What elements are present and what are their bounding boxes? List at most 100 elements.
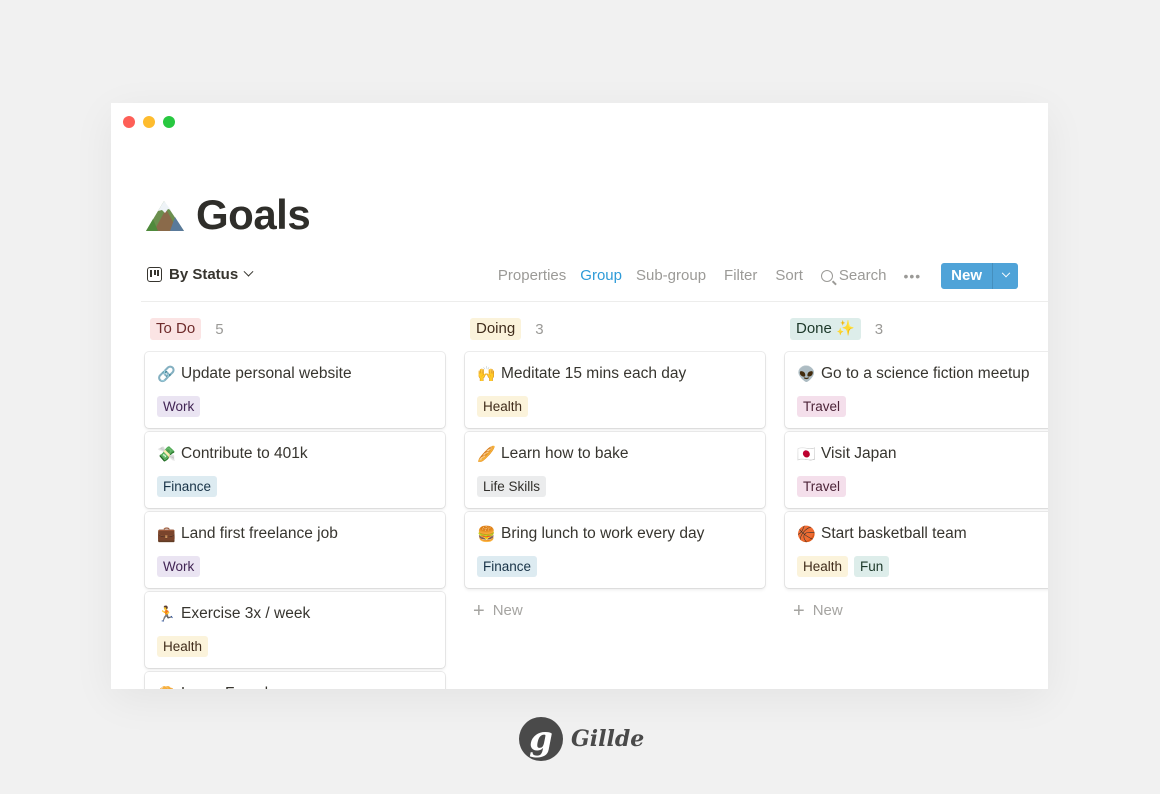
- card-tags: Finance: [157, 476, 433, 497]
- new-dropdown-button[interactable]: [992, 263, 1018, 289]
- tag-badge: Finance: [157, 476, 218, 497]
- goal-card[interactable]: 🏃 Exercise 3x / week Health: [145, 592, 445, 668]
- kanban-board: To Do 5 🔗 Update personal website Work 💸 Contr…: [145, 316, 1048, 689]
- tag-badge: Fun: [854, 556, 890, 577]
- chevron-down-icon: [243, 266, 254, 277]
- tag-badge: Work: [157, 556, 201, 577]
- tag-badge: Health: [797, 556, 849, 577]
- goal-card[interactable]: 👽 Go to a science fiction meetup Travel: [785, 352, 1048, 428]
- group-button[interactable]: Group: [573, 263, 629, 289]
- plus-icon: +: [473, 599, 485, 622]
- plus-icon: +: [793, 599, 805, 622]
- card-title-row: 🙌 Meditate 15 mins each day: [477, 364, 753, 384]
- close-window-button[interactable]: [123, 116, 135, 128]
- add-card-label: New: [812, 602, 843, 619]
- search-button[interactable]: Search: [814, 263, 894, 289]
- card-title-row: 🥖 Learn how to bake: [477, 444, 753, 464]
- properties-button[interactable]: Properties: [491, 263, 573, 289]
- status-badge[interactable]: Done ✨: [790, 318, 861, 340]
- card-title: Visit Japan: [821, 445, 897, 462]
- maximize-window-button[interactable]: [163, 116, 175, 128]
- new-button-group: New: [941, 263, 1018, 289]
- card-title-row: 🏀 Start basketball team: [797, 524, 1048, 544]
- briefcase-icon: 💼: [157, 526, 176, 543]
- goal-card[interactable]: 🍔 Bring lunch to work every day Finance: [465, 512, 765, 588]
- gillde-logo-icon: g: [519, 717, 563, 761]
- new-button[interactable]: New: [941, 263, 992, 289]
- baguette-icon: 🥖: [477, 446, 496, 463]
- card-title: Meditate 15 mins each day: [501, 365, 687, 382]
- alien-icon: 👽: [797, 366, 816, 383]
- app-window: Goals By Status Properties Group Sub-gro…: [111, 103, 1048, 689]
- tag-badge: Life Skills: [477, 476, 547, 497]
- card-tags: Finance: [477, 556, 753, 577]
- tag-badge: Travel: [797, 396, 847, 417]
- page-title: Goals: [196, 191, 311, 238]
- add-card-label: New: [492, 602, 523, 619]
- card-title-row: 🇯🇵 Visit Japan: [797, 444, 1048, 464]
- card-tags: Work: [157, 396, 433, 417]
- more-options-button[interactable]: •••: [893, 263, 931, 289]
- goal-card[interactable]: 🏀 Start basketball team Health Fun: [785, 512, 1048, 588]
- watermark: g Gillde: [519, 717, 644, 761]
- status-badge[interactable]: Doing: [470, 318, 522, 340]
- card-title-row: 🔗 Update personal website: [157, 364, 433, 384]
- card-tags: Health: [157, 636, 433, 657]
- tag-badge: Health: [157, 636, 209, 657]
- card-tags: Travel: [797, 476, 1048, 497]
- card-tags: Work: [157, 556, 433, 577]
- link-icon: 🔗: [157, 366, 176, 383]
- card-title: Exercise 3x / week: [181, 605, 311, 622]
- tag-badge: Health: [477, 396, 529, 417]
- basketball-icon: 🏀: [797, 526, 816, 543]
- card-title: Bring lunch to work every day: [501, 525, 705, 542]
- card-title-row: 💸 Contribute to 401k: [157, 444, 433, 464]
- goal-card[interactable]: 💸 Contribute to 401k Finance: [145, 432, 445, 508]
- card-title: Go to a science fiction meetup: [821, 365, 1030, 382]
- card-tags: Health: [477, 396, 753, 417]
- search-label: Search: [838, 267, 887, 284]
- snow-capped-mountain-icon[interactable]: [144, 197, 186, 233]
- goal-card[interactable]: 💼 Land first freelance job Work: [145, 512, 445, 588]
- status-badge[interactable]: To Do: [150, 318, 202, 340]
- card-title: Learn French: [181, 685, 273, 689]
- subgroup-button[interactable]: Sub-group: [629, 263, 713, 289]
- minimize-window-button[interactable]: [143, 116, 155, 128]
- card-tags: Travel: [797, 396, 1048, 417]
- card-title-row: 🏃 Exercise 3x / week: [157, 604, 433, 624]
- goal-card[interactable]: 🥐 Learn French: [145, 672, 445, 689]
- board-column: Done ✨ 3 👽 Go to a science fiction meetup Tr…: [785, 316, 1048, 689]
- brand-name: Gillde: [571, 726, 645, 752]
- card-tags: Health Fun: [797, 556, 1048, 577]
- goal-card[interactable]: 🥖 Learn how to bake Life Skills: [465, 432, 765, 508]
- tag-badge: Travel: [797, 476, 847, 497]
- japan-flag-icon: 🇯🇵: [797, 446, 816, 463]
- add-card-button[interactable]: + New: [785, 592, 1048, 629]
- card-title: Update personal website: [181, 365, 352, 382]
- page-header: Goals: [144, 191, 311, 239]
- add-card-button[interactable]: + New: [465, 592, 765, 629]
- sort-button[interactable]: Sort: [768, 263, 810, 289]
- raised-hands-icon: 🙌: [477, 366, 496, 383]
- search-icon: [820, 270, 833, 282]
- column-count: 5: [215, 320, 224, 338]
- goal-card[interactable]: 🙌 Meditate 15 mins each day Health: [465, 352, 765, 428]
- window-controls: [123, 116, 175, 128]
- toolbar-actions: Properties Group Sub-group Filter Sort S…: [491, 263, 1018, 289]
- card-title-row: 🍔 Bring lunch to work every day: [477, 524, 753, 544]
- view-selector[interactable]: By Status: [147, 266, 254, 283]
- column-header: To Do 5: [145, 316, 445, 342]
- column-count: 3: [874, 320, 884, 338]
- tag-badge: Finance: [477, 556, 538, 577]
- money-with-wings-icon: 💸: [157, 446, 176, 463]
- runner-icon: 🏃: [157, 606, 176, 623]
- view-label: By Status: [169, 266, 239, 283]
- board-view-icon: [147, 267, 162, 282]
- goal-card[interactable]: 🔗 Update personal website Work: [145, 352, 445, 428]
- card-title-row: 👽 Go to a science fiction meetup: [797, 364, 1048, 384]
- board-column: Doing 3 🙌 Meditate 15 mins each day Health 🥖 L…: [465, 316, 765, 689]
- filter-button[interactable]: Filter: [717, 263, 764, 289]
- goal-card[interactable]: 🇯🇵 Visit Japan Travel: [785, 432, 1048, 508]
- chevron-down-icon: [1001, 268, 1010, 278]
- column-header: Done ✨ 3: [785, 316, 1048, 342]
